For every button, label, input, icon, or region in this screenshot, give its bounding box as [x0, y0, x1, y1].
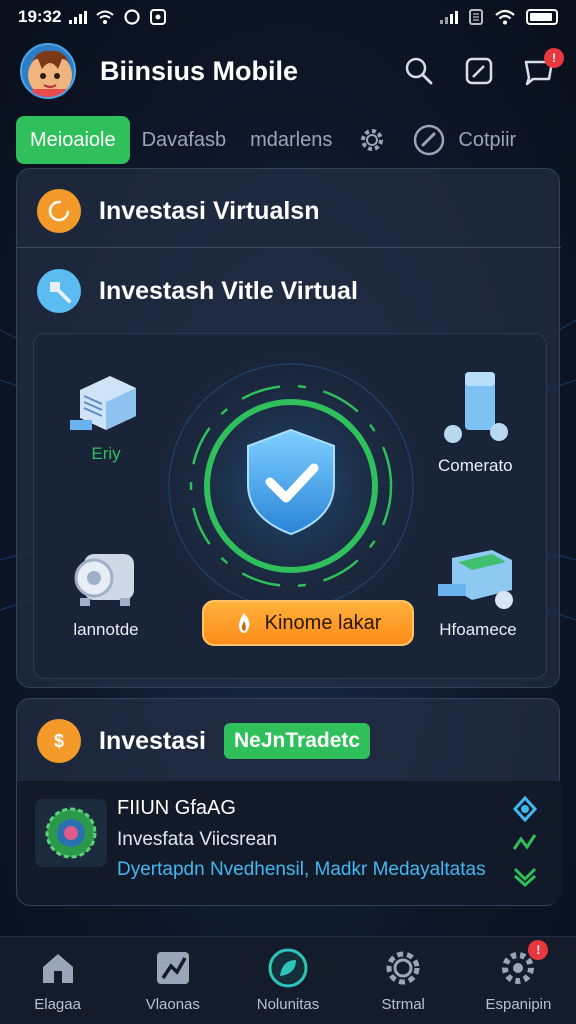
primary-action-button[interactable]: Kinome lakar	[202, 600, 414, 646]
fund-logo	[35, 799, 107, 867]
speed-icon	[414, 124, 445, 156]
divider	[17, 247, 561, 248]
fund-subtitle: Invesfata Viicsrean	[117, 829, 278, 850]
trend-icon[interactable]	[511, 831, 539, 857]
bottom-navigation: Elagaa Vlaonas Nolunitas Strmal ! Espani…	[0, 936, 576, 1024]
server-icon	[444, 372, 509, 443]
link-icon[interactable]	[511, 795, 539, 823]
app-header: Biinsius Mobile !	[0, 38, 576, 104]
investment-list-card: $ Investasi NeJnTradetc FIIUN GfaAG Inve…	[16, 698, 561, 906]
dollar-icon: $	[37, 719, 81, 763]
sim-icon	[469, 9, 483, 25]
leaf-icon	[268, 948, 308, 988]
nav-settings[interactable]: ! Espanipin	[461, 937, 576, 1024]
building-icon	[70, 376, 136, 430]
node-eriy-label: Eriy	[91, 444, 121, 463]
nav-chart[interactable]: Vlaonas	[115, 937, 230, 1024]
investment-diagram: Eriy Comerato lannotde Hfoamece Kinome l…	[33, 333, 547, 679]
engine-icon	[74, 554, 134, 606]
node-comerato-label: Comerato	[438, 456, 513, 475]
tab-cotpiir[interactable]: Cotpiir	[400, 116, 528, 164]
nav-leaf[interactable]: Nolunitas	[230, 937, 345, 1024]
fund-logo-icon	[45, 807, 97, 859]
nav-leaf-label: Nolunitas	[256, 996, 320, 1013]
trade-badge: NeJnTradetc	[224, 723, 371, 759]
node-lannotde-label: lannotde	[73, 620, 139, 639]
edit-icon	[465, 57, 493, 85]
tab-gear[interactable]	[344, 116, 400, 164]
expand-icon[interactable]	[511, 865, 539, 887]
section-title: Investasi Virtualsn	[99, 196, 320, 225]
nav-home[interactable]: Elagaa	[0, 937, 115, 1024]
fund-description: Dyertapdn Nvedhensil, Madkr Medayaltatas	[117, 859, 486, 880]
sync-icon	[124, 9, 141, 25]
nav-home-label: Elagaa	[34, 996, 81, 1013]
subsection-header[interactable]: Investash Vitle Virtual	[37, 269, 358, 313]
subsection-title: Investash Vitle Virtual	[99, 276, 358, 305]
fund-name: FIIUN GfaAG	[117, 797, 236, 819]
gallery-icon	[150, 9, 167, 25]
section-header[interactable]: Investasi Virtualsn	[37, 189, 319, 233]
node-comerato[interactable]: Comerato	[438, 370, 513, 476]
settings-badge: !	[528, 940, 549, 960]
battery-icon	[526, 9, 558, 25]
dollar-symbol: $	[54, 731, 64, 751]
tab-bar: Meioaiole Davafasb mdarlens Cotpiir	[16, 116, 576, 164]
avatar-image	[28, 50, 72, 97]
nav-settings-label: Espanipin	[485, 996, 552, 1013]
nav-strmal-label: Strmal	[381, 996, 425, 1013]
wifi-icon	[96, 10, 115, 24]
tab-davafasb[interactable]: Davafasb	[130, 116, 239, 164]
wrench-symbol	[50, 282, 71, 303]
home-icon	[42, 954, 73, 983]
status-bar: 19:32	[0, 0, 576, 34]
primary-action-label: Kinome lakar	[264, 611, 382, 634]
node-hfoamece[interactable]: Hfoamece	[438, 544, 518, 640]
node-hfoamece-label: Hfoamece	[439, 620, 517, 639]
svg-text:$: $	[54, 731, 64, 751]
search-icon	[405, 57, 433, 85]
signal-bars-icon	[440, 10, 458, 24]
edit-button[interactable]	[462, 54, 496, 88]
node-eriy[interactable]: Eriy	[70, 370, 142, 464]
tab-cotpiir-label: Cotpiir	[458, 128, 517, 151]
coin-icon	[37, 189, 81, 233]
gear-icon	[361, 129, 384, 151]
fund-list-item[interactable]: FIIUN GfaAG Invesfata Viicsrean Dyertapd…	[17, 781, 561, 905]
search-button[interactable]	[402, 54, 436, 88]
notification-badge: !	[544, 48, 564, 68]
tools-icon	[37, 269, 81, 313]
coin-symbol	[48, 200, 70, 222]
flame-icon	[238, 613, 250, 633]
chart-icon	[156, 952, 189, 984]
invest-header[interactable]: $ Investasi NeJnTradetc	[37, 719, 371, 763]
tab-meioaiole[interactable]: Meioaiole	[16, 116, 130, 164]
invest-title: Investasi	[99, 726, 207, 755]
virtual-investment-card: Investasi Virtualsn Investash Vitle Virt…	[16, 168, 561, 688]
app-title: Biinsius Mobile	[100, 55, 299, 86]
nav-chart-label: Vlaonas	[145, 996, 200, 1013]
wifi-status-icon	[495, 9, 515, 25]
printer-icon	[438, 550, 513, 609]
chat-button[interactable]: !	[522, 48, 564, 88]
nav-strmal[interactable]: Strmal	[346, 937, 461, 1024]
tab-mdarlens[interactable]: mdarlens	[238, 116, 344, 164]
status-time: 19:32	[18, 7, 62, 26]
signal-icon	[69, 10, 88, 24]
gear-icon	[386, 951, 420, 985]
node-lannotde[interactable]: lannotde	[70, 544, 142, 640]
avatar[interactable]	[20, 43, 76, 99]
